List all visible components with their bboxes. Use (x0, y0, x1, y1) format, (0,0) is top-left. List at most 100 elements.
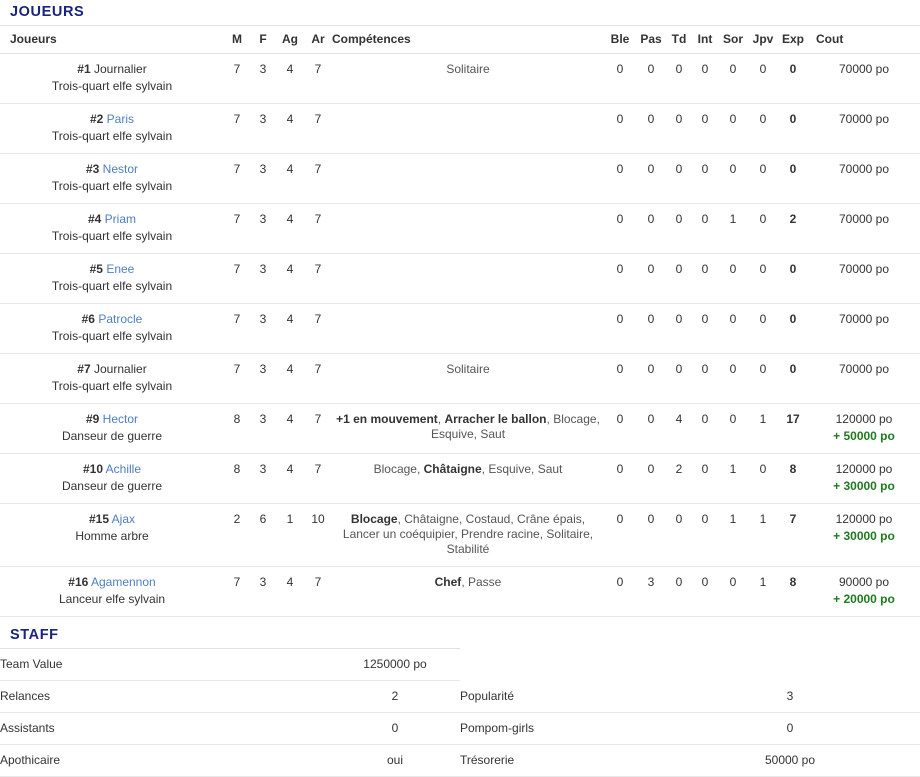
player-stat-f: 3 (250, 53, 276, 104)
player-stat-int: 0 (692, 303, 718, 354)
player-stat-sor: 0 (718, 303, 748, 354)
player-skill: Blocage (373, 462, 417, 476)
staff-value: 3 (660, 680, 920, 713)
player-skill: Esquive (488, 462, 532, 476)
player-stat-f: 3 (250, 153, 276, 204)
player-cost-cell: 90000 po + 20000 po (808, 566, 920, 617)
player-stat-int: 0 (692, 403, 718, 454)
player-stat-ar: 7 (304, 203, 332, 254)
player-stat-pas: 0 (636, 353, 666, 404)
staff-label: Pompom-girls (460, 712, 660, 745)
skill-separator: , (458, 512, 466, 526)
player-stat-td: 0 (666, 503, 692, 567)
player-number: #6 (81, 312, 95, 326)
player-stat-exp: 0 (778, 53, 808, 104)
player-cost-bonus: + 30000 po (833, 529, 895, 543)
player-skills-cell: Solitaire (332, 53, 604, 104)
player-role: Danseur de guerre (61, 479, 163, 493)
player-cost-cell: 70000 po (808, 153, 920, 204)
player-stat-td: 0 (666, 253, 692, 304)
players-section-heading: JOUEURS (10, 4, 85, 20)
col-header-name[interactable]: Joueurs (0, 26, 224, 54)
staff-label: Assistants (0, 712, 330, 745)
col-header-cout[interactable]: Cout (808, 26, 920, 54)
table-row: #7 Journalier Trois-quart elfe sylvain 7 3 4… (0, 353, 920, 404)
player-name-cell: #2 Paris Trois-quart elfe sylvain (0, 103, 224, 154)
player-number: #7 (77, 362, 91, 376)
col-header-sor[interactable]: Sor (718, 26, 748, 54)
player-stat-int: 0 (692, 103, 718, 154)
col-header-exp[interactable]: Exp (778, 26, 808, 54)
player-stat-sor: 0 (718, 153, 748, 204)
player-name-link[interactable]: Agamennon (91, 575, 156, 589)
skill-separator: , (581, 512, 586, 526)
player-name-link[interactable]: Patrocle (98, 312, 142, 326)
player-cost-value: 90000 po (838, 575, 890, 589)
col-header-m[interactable]: M (224, 26, 250, 54)
players-table: Joueurs M F Ag Ar Compétences Ble Pas Td… (0, 26, 920, 617)
player-stat-int: 0 (692, 253, 718, 304)
player-name-link[interactable]: Ajax (112, 512, 135, 526)
players-table-body: #1 Journalier Trois-quart elfe sylvain 7 3 4… (0, 53, 920, 617)
player-stat-f: 3 (250, 453, 276, 504)
player-name-link[interactable]: Achille (106, 462, 141, 476)
player-stat-int: 0 (692, 53, 718, 104)
player-skill: +1 en mouvement (336, 412, 438, 426)
player-cost-cell: 120000 po + 50000 po (808, 403, 920, 454)
table-row: #2 Paris Trois-quart elfe sylvain 7 3 4 7 0 0 0 0… (0, 103, 920, 154)
player-stat-pas: 0 (636, 153, 666, 204)
col-header-ar[interactable]: Ar (304, 26, 332, 54)
player-stat-ag: 4 (276, 303, 304, 354)
player-cost-bonus: + 20000 po (833, 592, 895, 606)
player-name-link[interactable]: Paris (107, 112, 134, 126)
player-stat-ar: 7 (304, 453, 332, 504)
skill-separator: , (531, 462, 538, 476)
player-name-link[interactable]: Priam (105, 212, 136, 226)
table-row: #10 Achille Danseur de guerre 8 3 4 7 Blocage,… (0, 453, 920, 504)
player-stat-pas: 0 (636, 203, 666, 254)
player-stat-pas: 0 (636, 453, 666, 504)
player-skill: Crâne épais (517, 512, 582, 526)
player-stat-td: 0 (666, 103, 692, 154)
col-header-skills[interactable]: Compétences (332, 26, 604, 54)
col-header-pas[interactable]: Pas (636, 26, 666, 54)
col-header-ag[interactable]: Ag (276, 26, 304, 54)
staff-table-body: Team Value 1250000 po Relances 2 Popularité 3… (0, 649, 920, 777)
player-name-cell: #7 Journalier Trois-quart elfe sylvain (0, 353, 224, 404)
player-cost-value: 70000 po (838, 162, 890, 176)
player-name-cell: #3 Nestor Trois-quart elfe sylvain (0, 153, 224, 204)
player-stat-m: 7 (224, 253, 250, 304)
player-cost-cell: 70000 po (808, 203, 920, 254)
col-header-f[interactable]: F (250, 26, 276, 54)
player-stat-ble: 0 (604, 403, 636, 454)
skill-separator: , (454, 527, 461, 541)
player-stat-sor: 0 (718, 403, 748, 454)
player-skill: Saut (480, 427, 506, 441)
player-stat-jpv: 0 (748, 103, 778, 154)
player-cost-cell: 70000 po (808, 103, 920, 154)
player-name-link[interactable]: Enee (106, 262, 134, 276)
player-stat-m: 7 (224, 303, 250, 354)
player-stat-exp: 17 (778, 403, 808, 454)
player-skill: Saut (537, 462, 563, 476)
player-number: #5 (89, 262, 103, 276)
player-cost-value: 70000 po (838, 62, 890, 76)
player-name-link[interactable]: Nestor (103, 162, 138, 176)
player-stat-int: 0 (692, 153, 718, 204)
player-name-cell: #6 Patrocle Trois-quart elfe sylvain (0, 303, 224, 354)
player-stat-ar: 7 (304, 253, 332, 304)
player-name-text: Journalier (94, 62, 147, 76)
player-stat-exp: 7 (778, 503, 808, 567)
player-skills-cell: +1 en mouvement, Arracher le ballon, Blo… (332, 403, 604, 454)
col-header-td[interactable]: Td (666, 26, 692, 54)
staff-label: Apothicaire (0, 744, 330, 777)
player-name-cell: #4 Priam Trois-quart elfe sylvain (0, 203, 224, 254)
player-stat-int: 0 (692, 453, 718, 504)
col-header-ble[interactable]: Ble (604, 26, 636, 54)
player-stat-jpv: 1 (748, 503, 778, 567)
player-name-link[interactable]: Hector (103, 412, 138, 426)
player-stat-jpv: 1 (748, 403, 778, 454)
col-header-jpv[interactable]: Jpv (748, 26, 778, 54)
table-row: #5 Enee Trois-quart elfe sylvain 7 3 4 7 0 0 0 0 0… (0, 253, 920, 304)
col-header-int[interactable]: Int (692, 26, 718, 54)
